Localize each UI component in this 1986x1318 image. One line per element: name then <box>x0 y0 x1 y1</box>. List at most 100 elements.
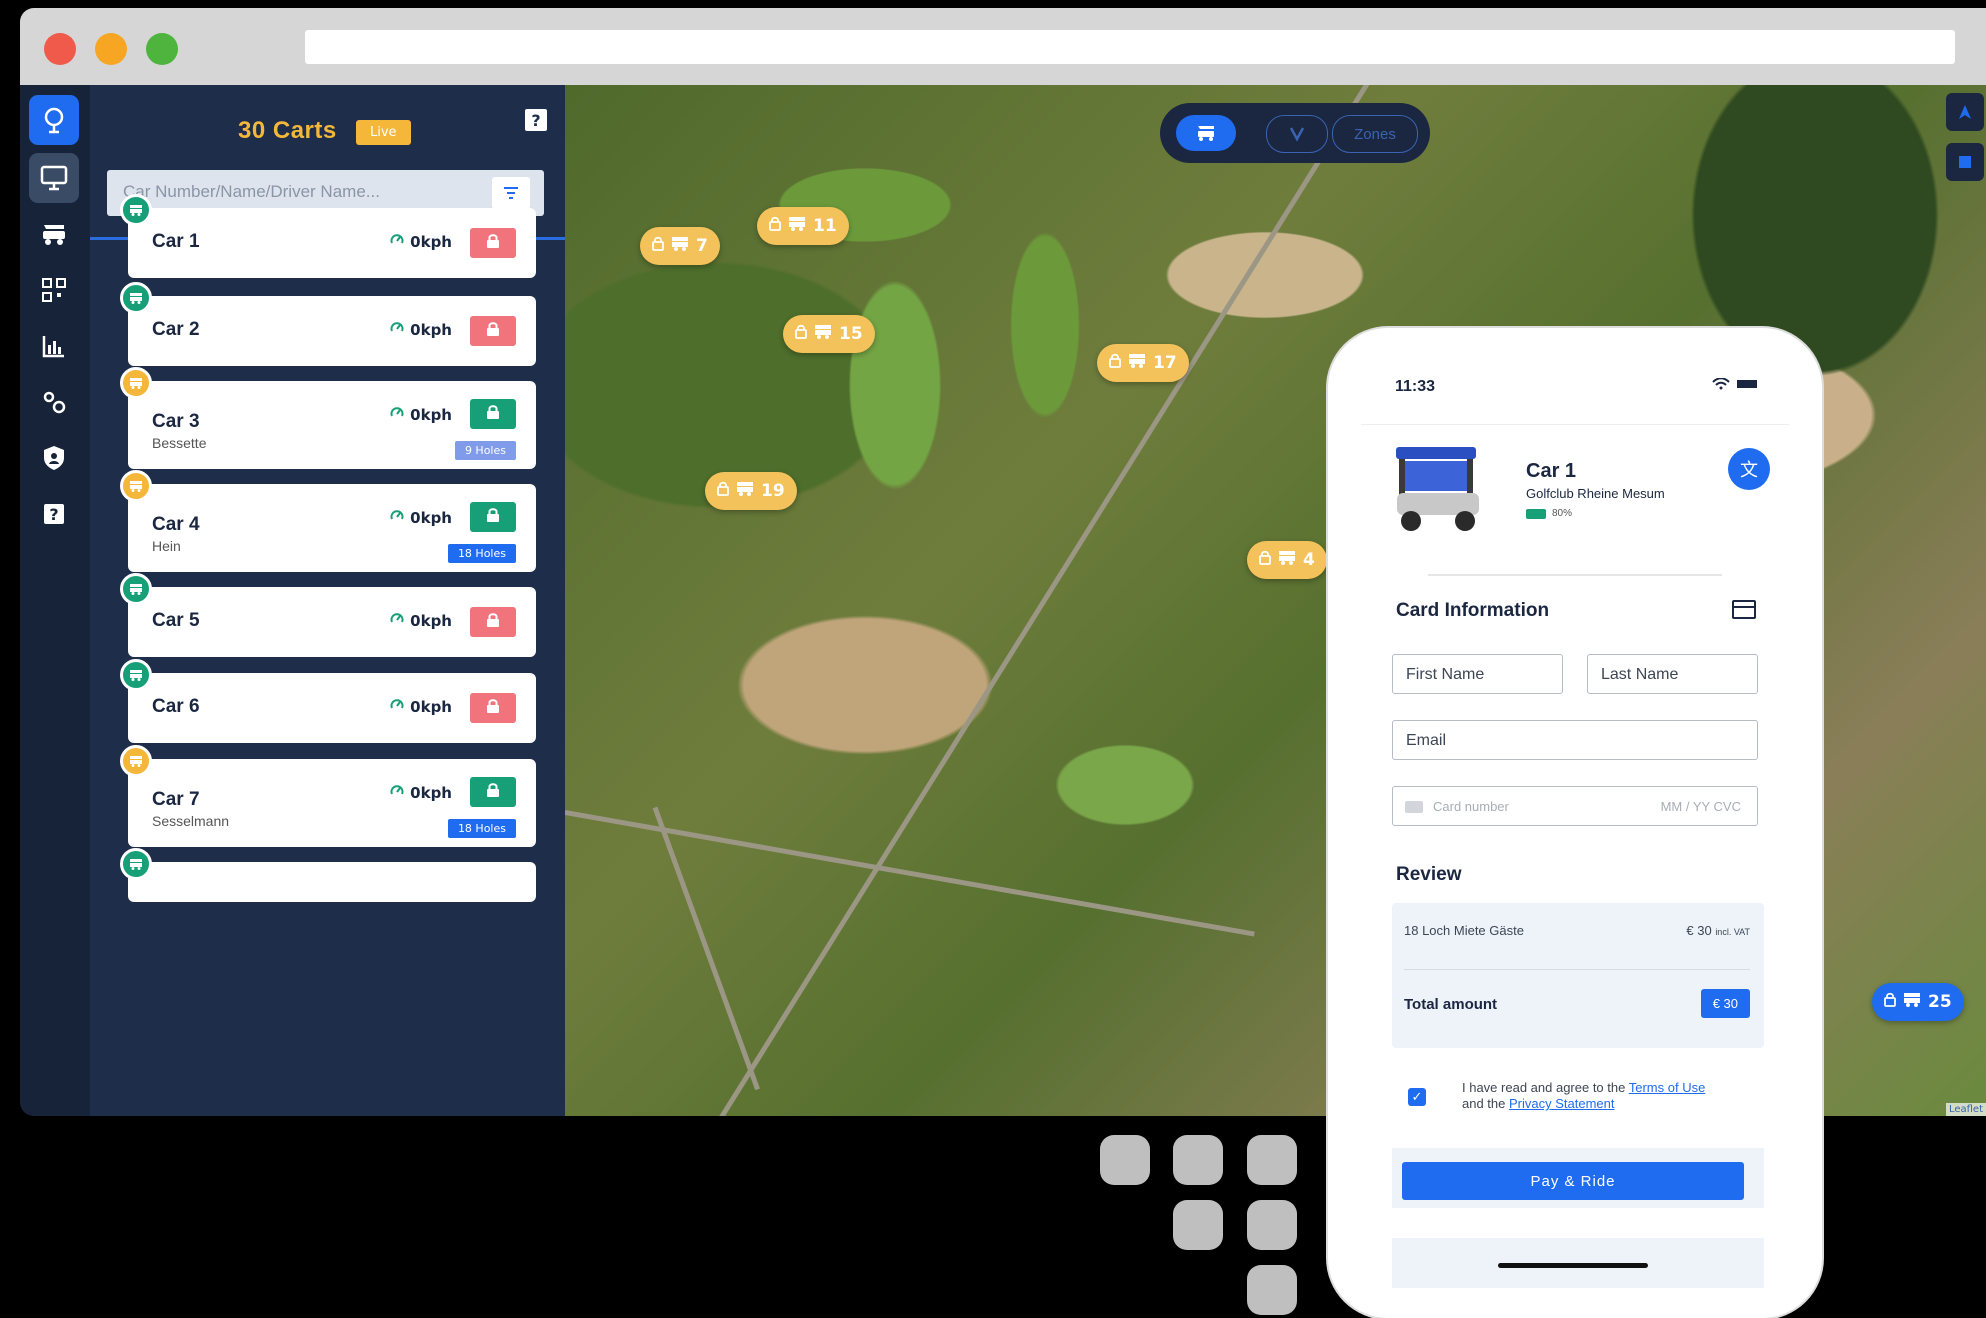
filter-button[interactable] <box>492 177 530 209</box>
cart-map-marker[interactable]: 19 <box>705 472 797 510</box>
speed-value: 0kph <box>410 698 452 716</box>
cart-icon <box>814 324 832 344</box>
battery-percent: 80% <box>1552 508 1573 519</box>
cart-map-marker[interactable]: 11 <box>757 207 849 245</box>
maximize-window-button[interactable] <box>146 33 178 65</box>
terms-of-use-link[interactable]: Terms of Use <box>1629 1080 1706 1095</box>
cart-card[interactable] <box>128 862 536 902</box>
cart-card[interactable]: Car 3 Bessette 0kph 9 Holes <box>128 381 536 469</box>
map-layers-button[interactable] <box>1946 143 1984 181</box>
terms-text: I have read and agree to the Terms of Us… <box>1462 1080 1752 1112</box>
speed-value: 0kph <box>410 784 452 802</box>
speedometer-icon <box>390 321 404 339</box>
cart-status-dot <box>120 659 152 691</box>
cart-map-marker[interactable]: 7 <box>640 227 720 265</box>
phone-section-divider <box>1428 574 1722 576</box>
filter-icon <box>504 187 518 199</box>
cart-card[interactable]: Car 4 Hein 0kph 18 Holes <box>128 484 536 572</box>
credit-card-icon <box>1732 600 1756 619</box>
mode-carts-button[interactable] <box>1176 115 1236 151</box>
mode-routes-button[interactable] <box>1266 115 1328 153</box>
cart-status-icon <box>129 666 143 685</box>
review-divider <box>1404 969 1750 970</box>
lock-toggle-button[interactable] <box>470 316 516 346</box>
first-name-input[interactable] <box>1404 665 1552 685</box>
mode-zones-button[interactable]: Zones <box>1332 115 1418 153</box>
nav-security-icon[interactable] <box>29 433 79 483</box>
terms-prefix: I have read and agree to the <box>1462 1080 1629 1095</box>
email-input[interactable] <box>1404 731 1718 751</box>
cart-status-icon <box>129 855 143 874</box>
address-bar[interactable] <box>305 30 1955 64</box>
marker-number: 7 <box>696 236 708 256</box>
cart-map-marker[interactable]: 15 <box>783 315 875 353</box>
cart-card[interactable]: Car 6 0kph <box>128 673 536 743</box>
terms-mid: and the <box>1462 1096 1509 1111</box>
lock-icon <box>486 321 500 341</box>
holes-badge: 18 Holes <box>447 819 516 838</box>
marker-number: 19 <box>761 481 785 501</box>
speedometer-icon <box>390 406 404 424</box>
cart-card[interactable]: Car 1 0kph <box>128 208 536 278</box>
lock-toggle-button[interactable] <box>470 228 516 258</box>
cart-map-marker[interactable]: 25 <box>1872 983 1964 1021</box>
lock-icon <box>486 612 500 632</box>
cart-status-dot <box>120 745 152 777</box>
selected-car-name: Car 1 <box>1526 460 1577 482</box>
nav-stats-icon[interactable] <box>29 321 79 371</box>
wifi-icon <box>1712 378 1730 390</box>
battery-level: 80% <box>1526 508 1572 519</box>
cart-icon <box>1198 126 1214 141</box>
translate-button[interactable]: 文 <box>1728 448 1770 490</box>
nav-map-icon[interactable] <box>29 95 79 145</box>
close-window-button[interactable] <box>44 33 76 65</box>
help-icon[interactable]: ? <box>525 109 547 131</box>
lock-icon <box>1259 550 1271 570</box>
speedometer-icon <box>390 233 404 251</box>
nav-help-icon[interactable]: ? <box>29 489 79 539</box>
cart-map-marker[interactable]: 4 <box>1247 541 1327 579</box>
cart-status-dot <box>120 573 152 605</box>
map-locate-button[interactable] <box>1946 93 1984 131</box>
cart-map-marker[interactable]: 17 <box>1097 344 1189 382</box>
privacy-statement-link[interactable]: Privacy Statement <box>1509 1096 1615 1111</box>
cart-icon <box>736 481 754 501</box>
lock-icon <box>486 698 500 718</box>
nav-qr-icon[interactable] <box>29 265 79 315</box>
speedometer-icon <box>390 784 404 802</box>
card-number-field[interactable]: Card number MM / YY CVC <box>1392 786 1758 826</box>
nav-monitor-icon[interactable] <box>29 153 79 203</box>
holes-badge: 9 Holes <box>454 441 516 460</box>
last-name-input[interactable] <box>1599 665 1747 685</box>
review-price-value: € 30 <box>1686 923 1712 938</box>
lock-toggle-button[interactable] <box>470 607 516 637</box>
pay-and-ride-button[interactable]: Pay & Ride <box>1402 1162 1744 1200</box>
lock-toggle-button[interactable] <box>470 777 516 807</box>
lock-icon <box>652 236 664 256</box>
cart-status-dot <box>120 194 152 226</box>
nav-settings-icon[interactable] <box>29 377 79 427</box>
cart-card[interactable]: Car 2 0kph <box>128 296 536 366</box>
speed-value: 0kph <box>410 321 452 339</box>
cart-status-icon <box>129 580 143 599</box>
lock-toggle-button[interactable] <box>470 399 516 429</box>
phone-mockup: 11:33 Car 1 Golfclub Rheine Mesum 80% 文 … <box>1328 328 1822 1318</box>
lock-toggle-button[interactable] <box>470 693 516 723</box>
minimize-window-button[interactable] <box>95 33 127 65</box>
search-input[interactable] <box>121 181 455 203</box>
speedometer-icon <box>390 509 404 527</box>
home-indicator <box>1498 1263 1648 1268</box>
nav-cart-icon[interactable] <box>29 209 79 259</box>
cart-status-dot <box>120 282 152 314</box>
cart-status-dot <box>120 367 152 399</box>
cart-status-icon <box>129 374 143 393</box>
terms-checkbox[interactable]: ✓ <box>1408 1088 1426 1106</box>
lock-toggle-button[interactable] <box>470 502 516 532</box>
cart-speed: 0kph <box>390 233 452 251</box>
marker-number: 11 <box>813 216 837 236</box>
cart-card[interactable]: Car 5 0kph <box>128 587 536 657</box>
cart-card[interactable]: Car 7 Sesselmann 0kph 18 Holes <box>128 759 536 847</box>
map-attribution[interactable]: Leaflet <box>1945 1103 1986 1116</box>
card-icon <box>1405 801 1423 813</box>
speed-value: 0kph <box>410 233 452 251</box>
